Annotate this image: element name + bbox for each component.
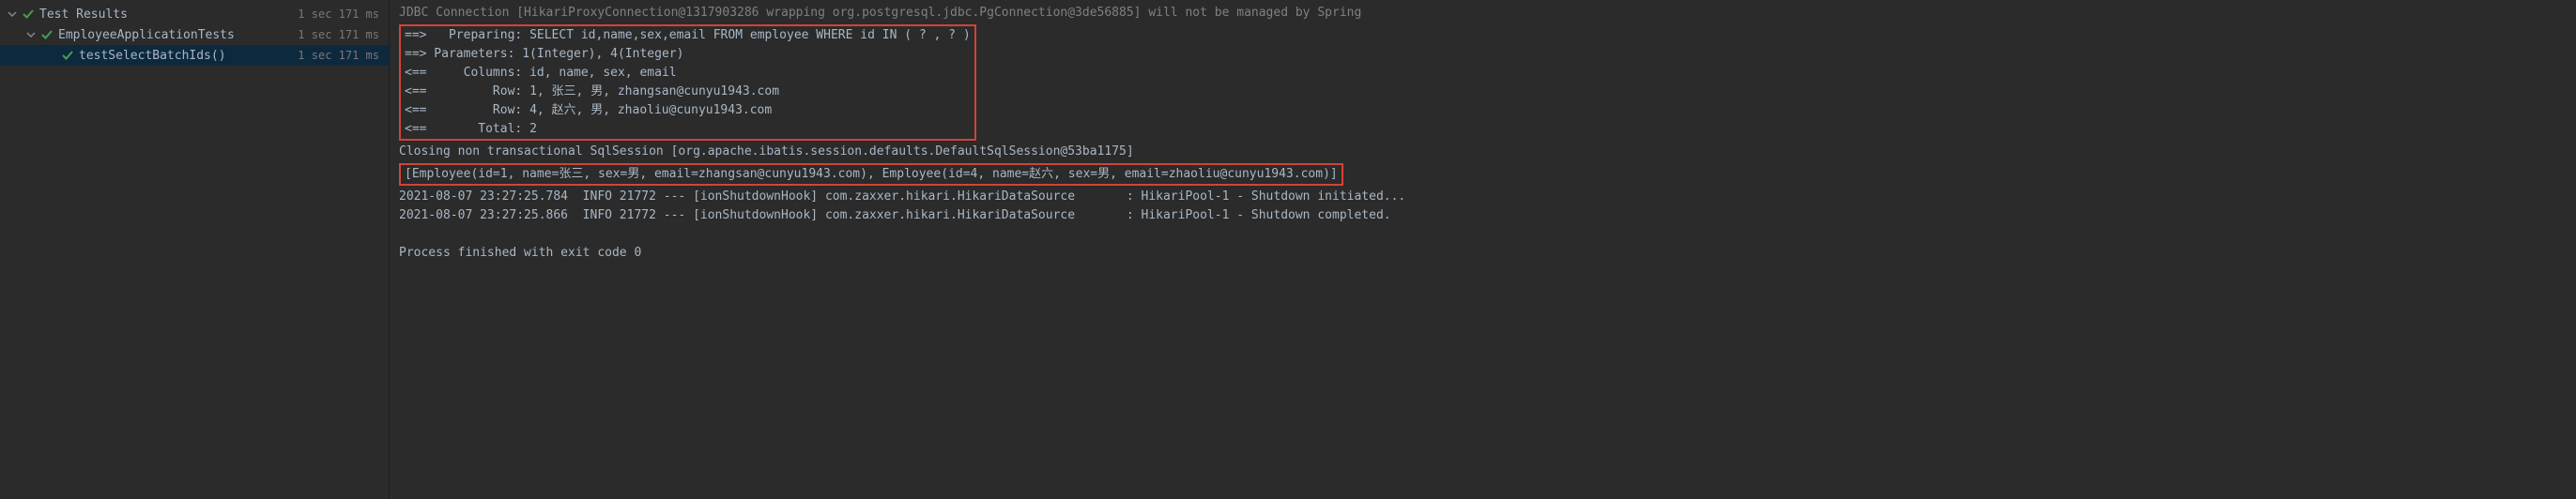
tree-class-row[interactable]: EmployeeApplicationTests 1 sec 171 ms: [0, 24, 389, 45]
log-line: <== Row: 4, 赵六, 男, zhaoliu@cunyu1943.com: [405, 101, 971, 120]
log-line: [399, 225, 2567, 244]
check-icon: [39, 29, 54, 40]
tree-class-label: EmployeeApplicationTests: [58, 28, 298, 42]
sql-highlight-box: ==> Preparing: SELECT id,name,sex,email …: [399, 24, 976, 141]
result-highlight-box: [Employee(id=1, name=张三, sex=男, email=zh…: [399, 163, 1343, 186]
log-line: JDBC Connection [HikariProxyConnection@1…: [399, 4, 2567, 23]
log-line: 2021-08-07 23:27:25.866 INFO 21772 --- […: [399, 206, 2567, 225]
log-line: ==> Parameters: 1(Integer), 4(Integer): [405, 45, 971, 64]
tree-method-time: 1 sec 171 ms: [298, 49, 379, 62]
tree-root-row[interactable]: Test Results 1 sec 171 ms: [0, 4, 389, 24]
tree-root-label: Test Results: [39, 8, 298, 22]
log-line: <== Row: 1, 张三, 男, zhangsan@cunyu1943.co…: [405, 83, 971, 101]
check-icon: [60, 50, 75, 61]
tree-method-row[interactable]: testSelectBatchIds() 1 sec 171 ms: [0, 45, 389, 66]
chevron-down-icon[interactable]: [6, 9, 19, 19]
tree-class-time: 1 sec 171 ms: [298, 28, 379, 41]
check-icon: [21, 8, 36, 20]
log-line: ==> Preparing: SELECT id,name,sex,email …: [405, 26, 971, 45]
log-exit-line: Process finished with exit code 0: [399, 244, 2567, 263]
tree-root-time: 1 sec 171 ms: [298, 8, 379, 21]
log-line: <== Total: 2: [405, 120, 971, 139]
log-line: Closing non transactional SqlSession [or…: [399, 143, 2567, 161]
chevron-down-icon[interactable]: [24, 30, 38, 39]
tree-method-label: testSelectBatchIds(): [79, 49, 298, 63]
log-line: <== Columns: id, name, sex, email: [405, 64, 971, 83]
console-output[interactable]: JDBC Connection [HikariProxyConnection@1…: [390, 0, 2576, 499]
log-line: 2021-08-07 23:27:25.784 INFO 21772 --- […: [399, 188, 2567, 206]
log-line: [Employee(id=1, name=张三, sex=男, email=zh…: [405, 165, 1338, 184]
test-results-tree: Test Results 1 sec 171 ms EmployeeApplic…: [0, 0, 390, 499]
